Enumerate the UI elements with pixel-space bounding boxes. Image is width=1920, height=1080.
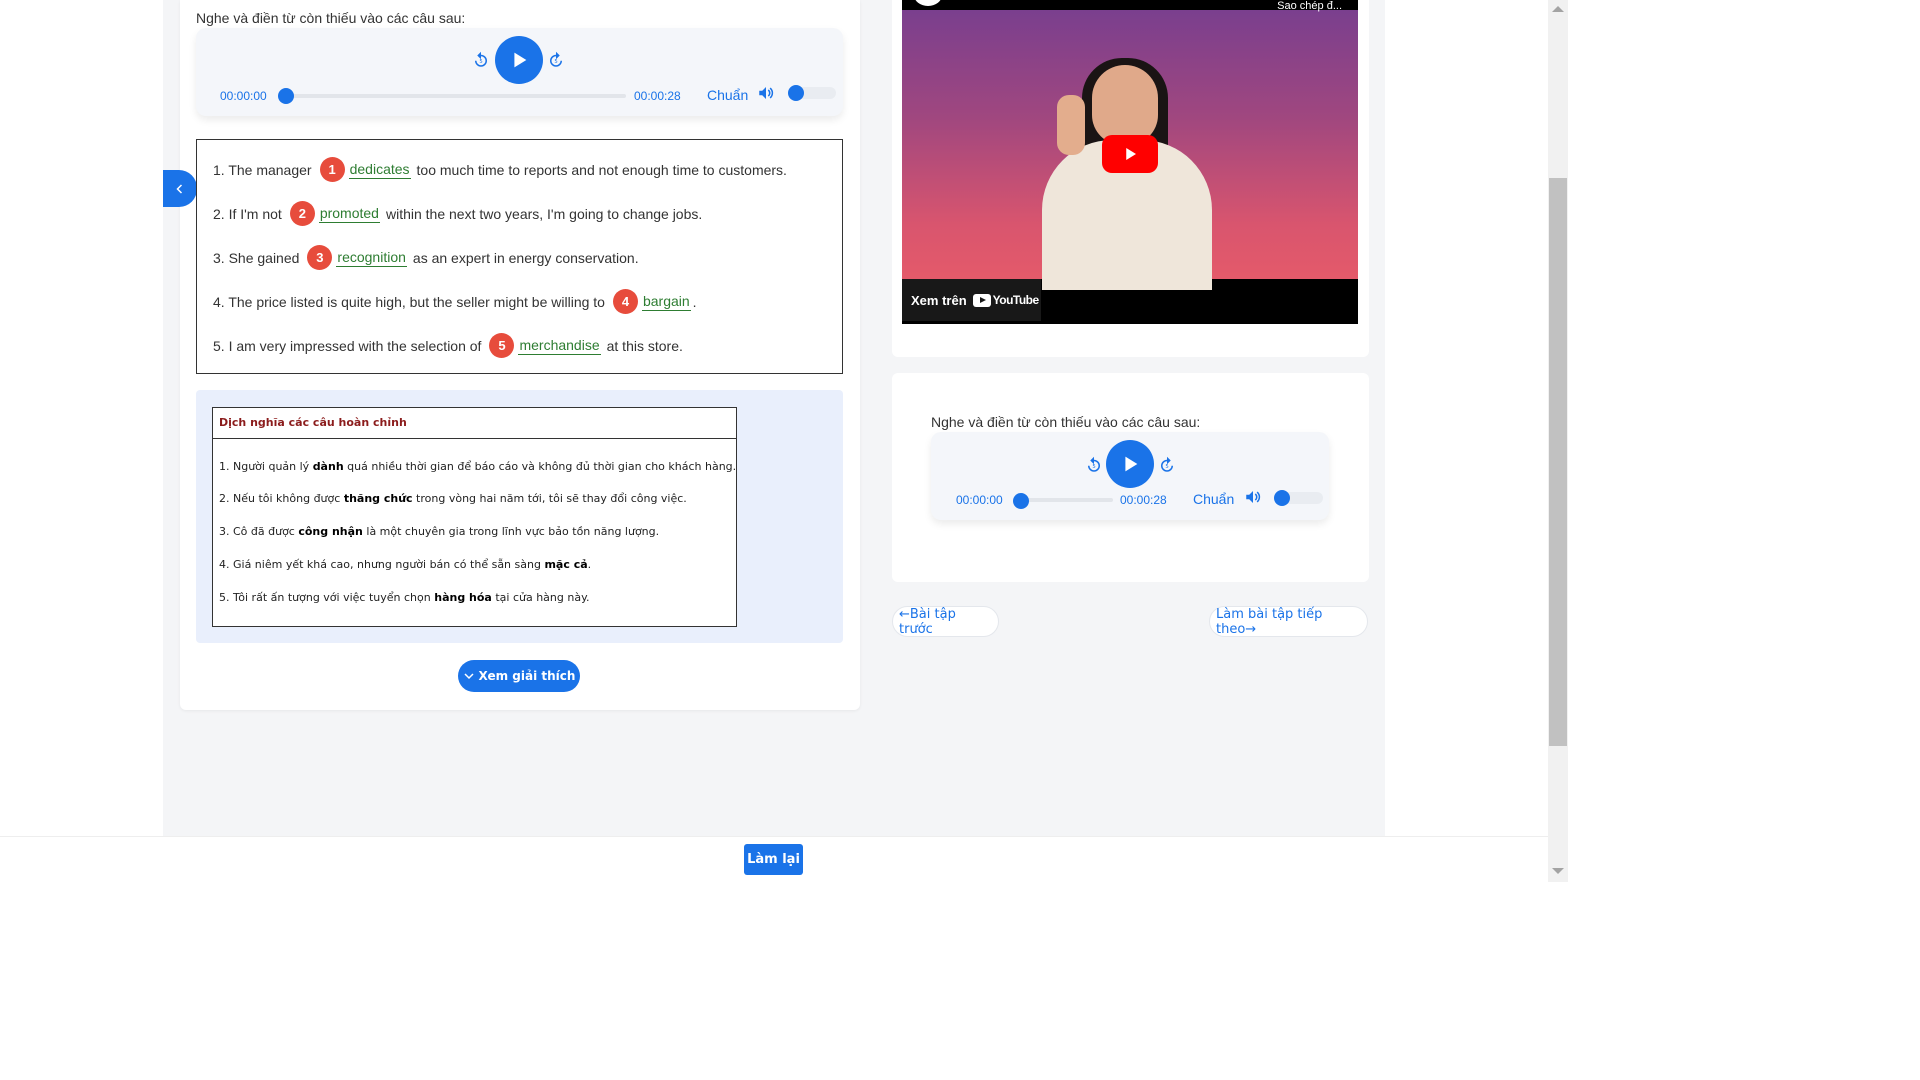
svg-text:5: 5 [479, 59, 482, 65]
question-text: within the next two years, I'm going to … [385, 205, 703, 222]
translation-line: 2. Nếu tôi không được thăng chức trong v… [219, 492, 687, 505]
exercise-instruction: Nghe và điền từ còn thiếu vào các câu sa… [196, 10, 466, 26]
translation-line: 3. Cô đã được công nhận là một chuyên gi… [219, 525, 660, 538]
watch-on-label: Xem trên [911, 292, 967, 308]
volume-knob[interactable] [1274, 490, 1290, 506]
audio-player: 5 5 00:00:00 00:00:28 Chuẩn [196, 28, 843, 116]
question-item: 1. The manager 1 dedicates too much time… [213, 157, 787, 182]
scrollbar-thumb[interactable] [1549, 178, 1567, 746]
video-frame [902, 10, 1358, 290]
question-text: 4. The price listed is quite high, but t… [213, 293, 605, 310]
current-time: 00:00:00 [956, 493, 1003, 507]
question-item: 5. I am very impressed with the selectio… [213, 333, 683, 358]
previous-exercise-button[interactable]: ←Bài tập trước [892, 606, 999, 637]
question-number-badge: 4 [612, 289, 638, 314]
scroll-up-arrow[interactable] [1552, 6, 1564, 12]
questions-box: 1. The manager 1 dedicates too much time… [196, 139, 843, 374]
video-person [1057, 95, 1085, 155]
duration-time: 00:00:28 [1120, 493, 1167, 507]
question-number-badge: 5 [489, 333, 515, 358]
play-button[interactable] [1106, 440, 1154, 488]
answer-blank[interactable]: dedicates [348, 161, 411, 179]
answer-blank[interactable]: promoted [318, 205, 380, 223]
page-background-left [0, 0, 163, 882]
youtube-play-icon[interactable] [1102, 135, 1158, 173]
question-number-badge: 1 [319, 157, 345, 182]
current-time: 00:00:00 [220, 89, 267, 103]
question-text: at this store. [606, 337, 683, 354]
speed-selector[interactable]: Chuẩn [707, 87, 748, 103]
duration-time: 00:00:28 [634, 89, 681, 103]
translation-line: 5. Tôi rất ấn tượng với việc tuyển chọn … [219, 591, 590, 604]
translation-line: 1. Người quản lý dành quá nhiều thời gia… [219, 460, 737, 473]
audio-card-instruction: Nghe và điền từ còn thiếu vào các câu sa… [931, 414, 1201, 430]
translation-heading: Dịch nghĩa các câu hoàn chỉnh [213, 408, 736, 439]
forward-5-icon[interactable]: 5 [547, 51, 565, 69]
question-item: 4. The price listed is quite high, but t… [213, 289, 697, 314]
question-text: 5. I am very impressed with the selectio… [213, 337, 482, 354]
volume-icon[interactable] [756, 84, 776, 102]
youtube-logo-icon: YouTube [972, 293, 1039, 307]
answer-blank[interactable]: merchandise [518, 337, 601, 355]
question-number-badge: 3 [307, 245, 333, 270]
answer-blank[interactable]: recognition [336, 249, 407, 267]
answer-blank[interactable]: bargain [641, 293, 691, 311]
video-copy-link[interactable]: Sao chép đ... [1277, 0, 1342, 12]
next-exercise-button[interactable]: Làm bài tập tiếp theo→ [1209, 606, 1368, 637]
speed-selector[interactable]: Chuẩn [1193, 491, 1234, 507]
collapse-panel-button[interactable] [163, 170, 197, 207]
seek-track[interactable] [286, 94, 626, 98]
question-text: 1. The manager [213, 161, 312, 178]
play-icon [1125, 456, 1138, 472]
show-explanation-button[interactable]: Xem giải thích [458, 660, 580, 692]
retry-button[interactable]: Làm lại [744, 844, 803, 875]
chevron-left-icon [176, 183, 183, 194]
svg-text:5: 5 [554, 59, 557, 65]
audio-player-secondary: 5 5 00:00:00 00:00:28 Chuẩn [931, 432, 1329, 520]
volume-icon[interactable] [1243, 488, 1263, 506]
question-text: 2. If I'm not [213, 205, 282, 222]
volume-knob[interactable] [788, 85, 804, 101]
svg-text:5: 5 [1165, 464, 1168, 470]
translation-line: 4. Giá niêm yết khá cao, nhưng người bán… [219, 558, 592, 571]
translation-table: Dịch nghĩa các câu hoàn chỉnh 1. Người q… [212, 407, 737, 627]
question-text: as an expert in energy conservation. [412, 249, 639, 266]
page-background-right [1385, 0, 1548, 882]
chevron-down-icon [464, 673, 474, 680]
replay-5-icon[interactable]: 5 [1085, 456, 1103, 474]
question-number-badge: 2 [289, 201, 315, 226]
scroll-down-arrow[interactable] [1552, 868, 1564, 874]
seek-knob[interactable] [278, 88, 294, 104]
question-text: . [692, 293, 697, 310]
seek-knob[interactable] [1013, 493, 1029, 509]
show-explanation-label: Xem giải thích [478, 669, 576, 683]
channel-avatar[interactable] [914, 0, 942, 6]
play-button[interactable] [495, 36, 543, 84]
video-person [1092, 65, 1158, 145]
question-text: 3. She gained [213, 249, 300, 266]
replay-5-icon[interactable]: 5 [472, 51, 490, 69]
watch-on-youtube-button[interactable]: Xem trên YouTube [902, 279, 1041, 321]
seek-track[interactable] [1023, 498, 1113, 502]
question-item: 3. She gained 3 recognition as an expert… [213, 245, 639, 270]
video-embed[interactable]: Sao chép đ... Xem trên YouTube [902, 0, 1358, 324]
play-icon [514, 52, 527, 68]
question-text: too much time to reports and not enough … [416, 161, 787, 178]
question-item: 2. If I'm not 2 promoted within the next… [213, 201, 702, 226]
svg-text:5: 5 [1092, 464, 1095, 470]
forward-5-icon[interactable]: 5 [1158, 456, 1176, 474]
